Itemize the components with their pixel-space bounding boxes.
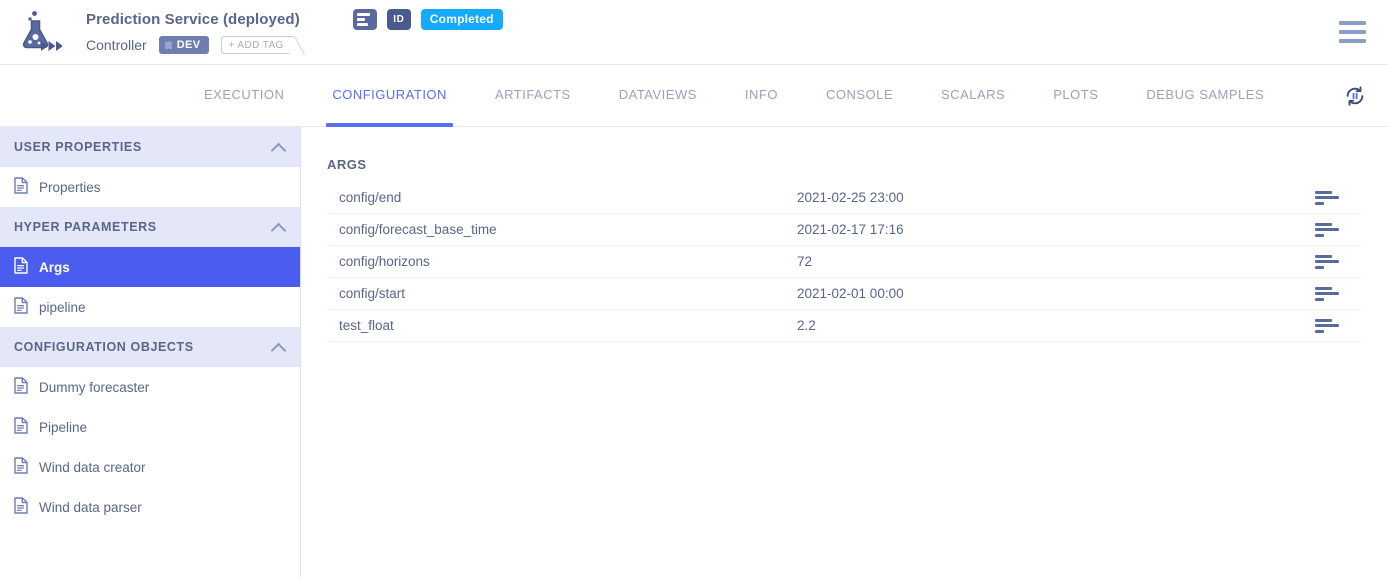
- tab-label: EXECUTION: [180, 87, 308, 102]
- row-actions: [1301, 223, 1361, 237]
- document-icon: [14, 497, 28, 517]
- table-row: config/end2021-02-25 23:00: [327, 182, 1361, 214]
- tab-label: DATAVIEWS: [595, 87, 721, 102]
- parameter-value: 2021-02-01 00:00: [797, 286, 1301, 301]
- parameter-value: 72: [797, 254, 1301, 269]
- add-tag-button[interactable]: + ADD TAG: [221, 36, 292, 54]
- sidebar-item-label: Pipeline: [39, 420, 87, 435]
- sidebar-section-hyper-parameters[interactable]: HYPER PARAMETERS: [0, 207, 300, 247]
- tab-console[interactable]: CONSOLE: [802, 65, 917, 126]
- sidebar-item-wind-data-creator[interactable]: Wind data creator: [0, 447, 300, 487]
- tab-execution[interactable]: EXECUTION: [180, 65, 308, 126]
- sidebar-item-label: Wind data creator: [39, 460, 146, 475]
- parameter-key: config/horizons: [327, 254, 797, 269]
- sidebar-section-user-properties[interactable]: USER PROPERTIES: [0, 127, 300, 167]
- tab-configuration[interactable]: CONFIGURATION: [308, 65, 471, 126]
- tab-artifacts[interactable]: ARTIFACTS: [471, 65, 595, 126]
- text-lines-icon[interactable]: [1315, 223, 1339, 237]
- sidebar-item-label: pipeline: [39, 300, 86, 315]
- tab-dataviews[interactable]: DATAVIEWS: [595, 65, 721, 126]
- task-type-label: Controller: [86, 37, 147, 53]
- text-lines-icon[interactable]: [1315, 255, 1339, 269]
- document-icon: [14, 377, 28, 397]
- chevron-up-icon[interactable]: [272, 220, 286, 234]
- tab-scalars[interactable]: SCALARS: [917, 65, 1029, 126]
- tag-dev-label: DEV: [177, 39, 201, 51]
- parameter-value: 2.2: [797, 318, 1301, 333]
- table-row: config/forecast_base_time2021-02-17 17:1…: [327, 214, 1361, 246]
- parameter-key: config/forecast_base_time: [327, 222, 797, 237]
- parameter-key: config/start: [327, 286, 797, 301]
- app-header: Prediction Service (deployed) ID Complet…: [0, 0, 1388, 65]
- puzzle-icon: [164, 41, 173, 50]
- flask-logo-icon: [12, 8, 64, 56]
- tab-label: DEBUG SAMPLES: [1122, 87, 1288, 102]
- row-actions: [1301, 191, 1361, 205]
- table-row: test_float2.2: [327, 310, 1361, 342]
- task-id-button[interactable]: ID: [387, 9, 411, 30]
- main-panel: ARGS config/end2021-02-25 23:00config/fo…: [301, 127, 1388, 577]
- sidebar-item-label: Dummy forecaster: [39, 380, 149, 395]
- text-lines-icon[interactable]: [1315, 191, 1339, 205]
- status-badge: Completed: [421, 9, 503, 30]
- sidebar-section-title: CONFIGURATION OBJECTS: [14, 340, 194, 354]
- document-icon: [14, 417, 28, 437]
- text-lines-icon[interactable]: [1315, 319, 1339, 333]
- tab-label: PLOTS: [1029, 87, 1122, 102]
- section-title: ARGS: [327, 157, 1360, 172]
- sidebar-section-configuration-objects[interactable]: CONFIGURATION OBJECTS: [0, 327, 300, 367]
- args-table: config/end2021-02-25 23:00config/forecas…: [327, 182, 1361, 342]
- tab-debug-samples[interactable]: DEBUG SAMPLES: [1122, 65, 1288, 126]
- sidebar-item-properties[interactable]: Properties: [0, 167, 300, 207]
- tab-plots[interactable]: PLOTS: [1029, 65, 1122, 126]
- tag-dev[interactable]: DEV: [159, 36, 209, 54]
- sidebar-item-dummy-forecaster[interactable]: Dummy forecaster: [0, 367, 300, 407]
- document-icon: [14, 257, 28, 277]
- sidebar-section-title: USER PROPERTIES: [14, 140, 142, 154]
- page-body: USER PROPERTIES Properties HYPER PARAMETER…: [0, 127, 1388, 577]
- sidebar-item-args[interactable]: Args: [0, 247, 300, 287]
- tab-label: ARTIFACTS: [471, 87, 595, 102]
- sidebar-item-pipeline[interactable]: pipeline: [0, 287, 300, 327]
- parameter-value: 2021-02-17 17:16: [797, 222, 1301, 237]
- details-list-icon[interactable]: [353, 9, 377, 30]
- task-title-row: Prediction Service (deployed) ID Complet…: [86, 8, 503, 30]
- app-root: Prediction Service (deployed) ID Complet…: [0, 0, 1388, 577]
- hamburger-menu-icon[interactable]: [1339, 21, 1366, 43]
- parameter-value: 2021-02-25 23:00: [797, 190, 1301, 205]
- parameter-key: test_float: [327, 318, 797, 333]
- sidebar-item-label: Args: [39, 260, 70, 275]
- document-icon: [14, 297, 28, 317]
- sidebar-section-title: HYPER PARAMETERS: [14, 220, 157, 234]
- task-subtitle-row: Controller DEV + ADD TAG: [86, 34, 503, 56]
- task-title-block: Prediction Service (deployed) ID Complet…: [86, 8, 503, 56]
- tab-label: CONFIGURATION: [308, 87, 471, 102]
- row-actions: [1301, 255, 1361, 269]
- row-actions: [1301, 319, 1361, 333]
- text-lines-icon[interactable]: [1315, 287, 1339, 301]
- title-icon-group: ID Completed: [353, 9, 503, 30]
- sidebar-item-pipeline[interactable]: Pipeline: [0, 407, 300, 447]
- tab-label: CONSOLE: [802, 87, 917, 102]
- refresh-paused-icon[interactable]: [1340, 81, 1370, 111]
- chevron-up-icon[interactable]: [272, 340, 286, 354]
- row-actions: [1301, 287, 1361, 301]
- tab-info[interactable]: INFO: [721, 65, 802, 126]
- tab-label: INFO: [721, 87, 802, 102]
- table-row: config/horizons72: [327, 246, 1361, 278]
- sidebar-item-wind-data-parser[interactable]: Wind data parser: [0, 487, 300, 527]
- configuration-sidebar: USER PROPERTIES Properties HYPER PARAMETER…: [0, 127, 301, 577]
- tab-list: EXECUTIONCONFIGURATIONARTIFACTSDATAVIEWS…: [180, 65, 1288, 126]
- tab-label: SCALARS: [917, 87, 1029, 102]
- page-title: Prediction Service (deployed): [86, 11, 300, 28]
- table-row: config/start2021-02-01 00:00: [327, 278, 1361, 310]
- sidebar-item-label: Wind data parser: [39, 500, 142, 515]
- sidebar-item-label: Properties: [39, 180, 101, 195]
- chevron-up-icon[interactable]: [272, 140, 286, 154]
- document-icon: [14, 457, 28, 477]
- parameter-key: config/end: [327, 190, 797, 205]
- document-icon: [14, 177, 28, 197]
- tab-bar: EXECUTIONCONFIGURATIONARTIFACTSDATAVIEWS…: [0, 65, 1388, 127]
